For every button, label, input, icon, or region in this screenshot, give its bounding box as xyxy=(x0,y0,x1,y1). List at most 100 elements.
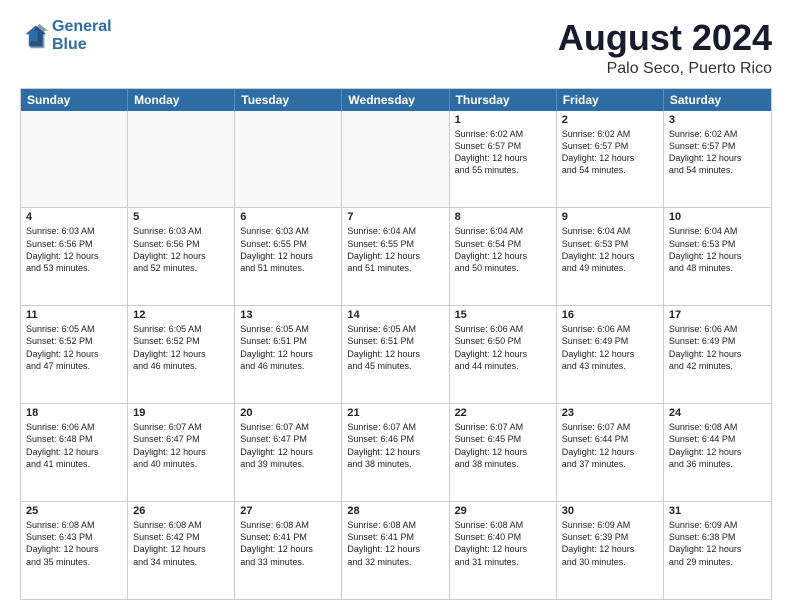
header-day-wednesday: Wednesday xyxy=(342,89,449,111)
header-day-tuesday: Tuesday xyxy=(235,89,342,111)
day-number: 10 xyxy=(669,211,766,223)
cell-sun-info: Sunrise: 6:05 AMSunset: 6:52 PMDaylight:… xyxy=(26,323,122,372)
cal-cell xyxy=(128,111,235,208)
day-number: 18 xyxy=(26,407,122,419)
day-number: 1 xyxy=(455,114,551,126)
logo-blue: Blue xyxy=(52,36,87,53)
cell-sun-info: Sunrise: 6:02 AMSunset: 6:57 PMDaylight:… xyxy=(669,128,766,177)
cell-sun-info: Sunrise: 6:04 AMSunset: 6:54 PMDaylight:… xyxy=(455,225,551,274)
cell-sun-info: Sunrise: 6:06 AMSunset: 6:50 PMDaylight:… xyxy=(455,323,551,372)
day-number: 6 xyxy=(240,211,336,223)
cell-sun-info: Sunrise: 6:02 AMSunset: 6:57 PMDaylight:… xyxy=(455,128,551,177)
cal-cell: 28 Sunrise: 6:08 AMSunset: 6:41 PMDayligh… xyxy=(342,502,449,599)
cell-sun-info: Sunrise: 6:07 AMSunset: 6:47 PMDaylight:… xyxy=(240,421,336,470)
header-day-thursday: Thursday xyxy=(450,89,557,111)
header-day-monday: Monday xyxy=(128,89,235,111)
cell-sun-info: Sunrise: 6:04 AMSunset: 6:55 PMDaylight:… xyxy=(347,225,443,274)
cell-sun-info: Sunrise: 6:08 AMSunset: 6:40 PMDaylight:… xyxy=(455,519,551,568)
cell-sun-info: Sunrise: 6:08 AMSunset: 6:43 PMDaylight:… xyxy=(26,519,122,568)
cal-cell: 27Sunrise: 6:08 AMSunset: 6:41 PMDayligh… xyxy=(235,502,342,599)
cal-cell: 7 Sunrise: 6:04 AMSunset: 6:55 PMDaylight… xyxy=(342,208,449,305)
cal-cell: 3 Sunrise: 6:02 AMSunset: 6:57 PMDaylight… xyxy=(664,111,771,208)
cell-sun-info: Sunrise: 6:08 AMSunset: 6:44 PMDaylight:… xyxy=(669,421,766,470)
day-number: 3 xyxy=(669,114,766,126)
cell-sun-info: Sunrise: 6:08 AMSunset: 6:42 PMDaylight:… xyxy=(133,519,229,568)
day-number: 5 xyxy=(133,211,229,223)
cal-cell: 24 Sunrise: 6:08 AMSunset: 6:44 PMDayligh… xyxy=(664,404,771,501)
day-number: 15 xyxy=(455,309,551,321)
cell-sun-info: Sunrise: 6:04 AMSunset: 6:53 PMDaylight:… xyxy=(669,225,766,274)
day-number: 22 xyxy=(455,407,551,419)
day-number: 2 xyxy=(562,114,658,126)
cal-cell: 6 Sunrise: 6:03 AMSunset: 6:55 PMDaylight… xyxy=(235,208,342,305)
cell-sun-info: Sunrise: 6:07 AMSunset: 6:45 PMDaylight:… xyxy=(455,421,551,470)
logo-text: General Blue xyxy=(52,18,112,53)
cell-sun-info: Sunrise: 6:05 AMSunset: 6:51 PMDaylight:… xyxy=(240,323,336,372)
cal-cell: 5 Sunrise: 6:03 AMSunset: 6:56 PMDaylight… xyxy=(128,208,235,305)
week-row-4: 18 Sunrise: 6:06 AMSunset: 6:48 PMDayligh… xyxy=(21,404,771,502)
cell-sun-info: Sunrise: 6:06 AMSunset: 6:49 PMDaylight:… xyxy=(562,323,658,372)
cell-sun-info: Sunrise: 6:08 AMSunset: 6:41 PMDaylight:… xyxy=(240,519,336,568)
header-day-sunday: Sunday xyxy=(21,89,128,111)
cal-cell: 20 Sunrise: 6:07 AMSunset: 6:47 PMDayligh… xyxy=(235,404,342,501)
header-day-friday: Friday xyxy=(557,89,664,111)
cell-sun-info: Sunrise: 6:09 AMSunset: 6:39 PMDaylight:… xyxy=(562,519,658,568)
cell-sun-info: Sunrise: 6:07 AMSunset: 6:44 PMDaylight:… xyxy=(562,421,658,470)
cell-sun-info: Sunrise: 6:07 AMSunset: 6:46 PMDaylight:… xyxy=(347,421,443,470)
cal-cell: 14Sunrise: 6:05 AMSunset: 6:51 PMDayligh… xyxy=(342,306,449,403)
calendar-header: SundayMondayTuesdayWednesdayThursdayFrid… xyxy=(21,89,771,111)
cal-cell: 12Sunrise: 6:05 AMSunset: 6:52 PMDayligh… xyxy=(128,306,235,403)
day-number: 20 xyxy=(240,407,336,419)
week-row-5: 25Sunrise: 6:08 AMSunset: 6:43 PMDayligh… xyxy=(21,502,771,599)
cal-cell xyxy=(342,111,449,208)
cal-cell: 30Sunrise: 6:09 AMSunset: 6:39 PMDayligh… xyxy=(557,502,664,599)
day-number: 14 xyxy=(347,309,443,321)
day-number: 26 xyxy=(133,505,229,517)
cal-cell: 23 Sunrise: 6:07 AMSunset: 6:44 PMDayligh… xyxy=(557,404,664,501)
calendar: SundayMondayTuesdayWednesdayThursdayFrid… xyxy=(20,88,772,600)
logo-general: General xyxy=(52,18,112,35)
day-number: 12 xyxy=(133,309,229,321)
cell-sun-info: Sunrise: 6:03 AMSunset: 6:56 PMDaylight:… xyxy=(26,225,122,274)
main-title: August 2024 xyxy=(558,18,772,58)
cell-sun-info: Sunrise: 6:03 AMSunset: 6:56 PMDaylight:… xyxy=(133,225,229,274)
title-block: August 2024 Palo Seco, Puerto Rico xyxy=(558,18,772,78)
cal-cell: 9Sunrise: 6:04 AMSunset: 6:53 PMDaylight… xyxy=(557,208,664,305)
cal-cell: 16 Sunrise: 6:06 AMSunset: 6:49 PMDayligh… xyxy=(557,306,664,403)
cal-cell: 25Sunrise: 6:08 AMSunset: 6:43 PMDayligh… xyxy=(21,502,128,599)
cal-cell: 15 Sunrise: 6:06 AMSunset: 6:50 PMDayligh… xyxy=(450,306,557,403)
cal-cell: 21 Sunrise: 6:07 AMSunset: 6:46 PMDayligh… xyxy=(342,404,449,501)
cell-sun-info: Sunrise: 6:02 AMSunset: 6:57 PMDaylight:… xyxy=(562,128,658,177)
cal-cell: 29 Sunrise: 6:08 AMSunset: 6:40 PMDayligh… xyxy=(450,502,557,599)
cal-cell: 10 Sunrise: 6:04 AMSunset: 6:53 PMDayligh… xyxy=(664,208,771,305)
day-number: 23 xyxy=(562,407,658,419)
day-number: 21 xyxy=(347,407,443,419)
header: General Blue August 2024 Palo Seco, Puer… xyxy=(20,18,772,78)
header-day-saturday: Saturday xyxy=(664,89,771,111)
calendar-body: 1 Sunrise: 6:02 AMSunset: 6:57 PMDaylight… xyxy=(21,111,771,599)
sub-title: Palo Seco, Puerto Rico xyxy=(558,60,772,78)
day-number: 17 xyxy=(669,309,766,321)
week-row-2: 4Sunrise: 6:03 AMSunset: 6:56 PMDaylight… xyxy=(21,208,771,306)
cell-sun-info: Sunrise: 6:03 AMSunset: 6:55 PMDaylight:… xyxy=(240,225,336,274)
cell-sun-info: Sunrise: 6:08 AMSunset: 6:41 PMDaylight:… xyxy=(347,519,443,568)
day-number: 9 xyxy=(562,211,658,223)
day-number: 16 xyxy=(562,309,658,321)
cal-cell: 8 Sunrise: 6:04 AMSunset: 6:54 PMDaylight… xyxy=(450,208,557,305)
cal-cell: 22 Sunrise: 6:07 AMSunset: 6:45 PMDayligh… xyxy=(450,404,557,501)
cal-cell: 2 Sunrise: 6:02 AMSunset: 6:57 PMDaylight… xyxy=(557,111,664,208)
cal-cell: 17Sunrise: 6:06 AMSunset: 6:49 PMDayligh… xyxy=(664,306,771,403)
day-number: 24 xyxy=(669,407,766,419)
cal-cell: 1 Sunrise: 6:02 AMSunset: 6:57 PMDaylight… xyxy=(450,111,557,208)
day-number: 8 xyxy=(455,211,551,223)
day-number: 19 xyxy=(133,407,229,419)
cell-sun-info: Sunrise: 6:09 AMSunset: 6:38 PMDaylight:… xyxy=(669,519,766,568)
page: General Blue August 2024 Palo Seco, Puer… xyxy=(0,0,792,612)
day-number: 28 xyxy=(347,505,443,517)
cell-sun-info: Sunrise: 6:06 AMSunset: 6:48 PMDaylight:… xyxy=(26,421,122,470)
day-number: 29 xyxy=(455,505,551,517)
day-number: 7 xyxy=(347,211,443,223)
cal-cell: 31Sunrise: 6:09 AMSunset: 6:38 PMDayligh… xyxy=(664,502,771,599)
week-row-1: 1 Sunrise: 6:02 AMSunset: 6:57 PMDaylight… xyxy=(21,111,771,209)
cal-cell: 19Sunrise: 6:07 AMSunset: 6:47 PMDayligh… xyxy=(128,404,235,501)
